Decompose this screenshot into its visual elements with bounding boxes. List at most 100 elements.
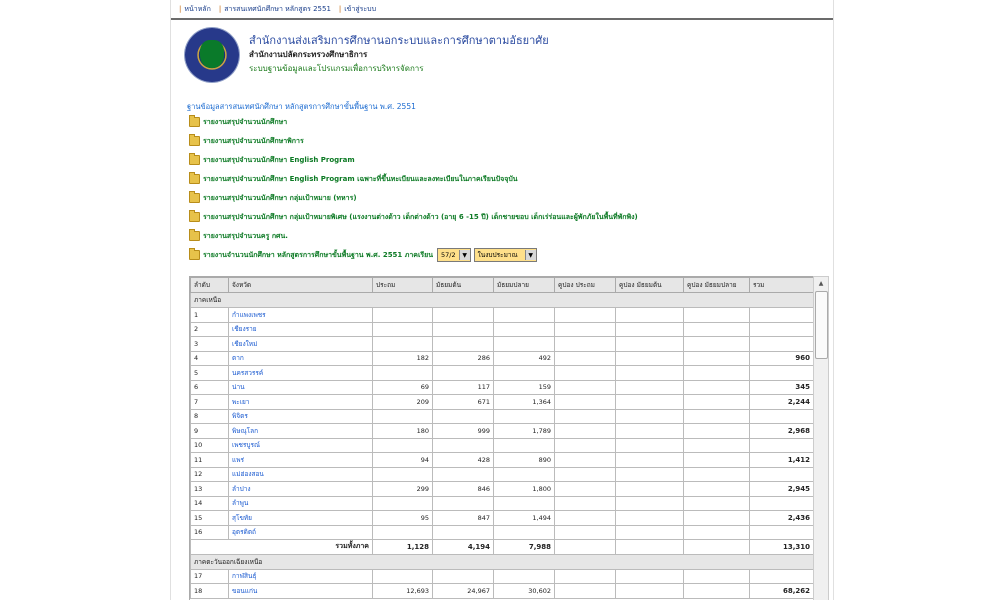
count-cell	[683, 365, 750, 381]
province-link[interactable]: แพร่	[228, 452, 373, 468]
report-link[interactable]: รายงานสรุปจำนวนนักศึกษา English Program	[189, 153, 355, 166]
count-cell	[554, 524, 616, 540]
province-link[interactable]: ตาก	[228, 350, 373, 366]
nav-separator: |	[338, 5, 342, 13]
table-row: 16 อุตรดิตถ์	[190, 524, 813, 540]
report-link[interactable]: รายงานสรุปจำนวนครู กศน.	[189, 229, 288, 242]
province-link[interactable]: กาฬสินธุ์	[228, 568, 373, 584]
organization-title: สำนักงานส่งเสริมการศึกษานอกระบบและการศึก…	[249, 34, 549, 47]
row-number: 10	[190, 437, 229, 453]
table-row: 7 พะเยา 209 671 1,364 2,244	[190, 394, 813, 410]
row-total	[749, 336, 813, 352]
nav-student-info-link[interactable]: สารสนเทศนักศึกษา หลักสูตร 2551	[224, 4, 331, 15]
row-total: 68,262	[749, 583, 813, 599]
column-header: คูปอง มัธยมปลาย	[683, 277, 750, 293]
report-link[interactable]: รายงานสรุปจำนวนนักศึกษา English Program …	[189, 172, 518, 185]
province-link[interactable]: ลำปาง	[228, 481, 373, 497]
subtotal-cell: 7,988	[493, 539, 555, 555]
province-link[interactable]: อุตรดิตถ์	[228, 524, 373, 540]
province-link[interactable]: พิษณุโลก	[228, 423, 373, 439]
table-scrollbar[interactable]: ▲	[813, 276, 829, 600]
count-cell	[683, 481, 750, 497]
report-link[interactable]: รายงานสรุปจำนวนนักศึกษา	[189, 115, 287, 128]
province-link[interactable]: ลำพูน	[228, 495, 373, 511]
subtotal-cell: 13,310	[749, 539, 813, 555]
student-count-table-container: ลำดับ จังหวัด ประถม มัธยมต้น มัธยมปลาย คูปอง …	[189, 276, 814, 600]
count-cell	[372, 307, 433, 323]
count-cell	[683, 423, 750, 439]
row-total	[749, 321, 813, 337]
province-link[interactable]: พะเยา	[228, 394, 373, 410]
province-link[interactable]: เพชรบูรณ์	[228, 437, 373, 453]
count-cell	[683, 394, 750, 410]
province-link[interactable]: แม่ฮ่องสอน	[228, 466, 373, 482]
count-cell	[615, 510, 684, 526]
count-cell: 95	[372, 510, 433, 526]
report-label: รายงานสรุปจำนวนครู กศน.	[203, 231, 288, 240]
row-number: 9	[190, 423, 229, 439]
count-cell	[554, 350, 616, 366]
province-link[interactable]: ขอนแก่น	[228, 583, 373, 599]
report-link[interactable]: รายงานสรุปจำนวนนักศึกษา กลุ่มเป้าหมายพิเ…	[189, 210, 638, 223]
table-row: 3 เชียงใหม่	[190, 336, 813, 352]
province-link[interactable]: สุโขทัย	[228, 510, 373, 526]
row-number: 2	[190, 321, 229, 337]
region-group-row: ภาคตะวันออกเฉียงเหนือ	[190, 553, 813, 570]
count-cell: 428	[432, 452, 494, 468]
row-number: 16	[190, 524, 229, 540]
row-total: 2,244	[749, 394, 813, 410]
nav-home-link[interactable]: หน้าหลัก	[184, 4, 210, 15]
chevron-down-icon: ▼	[524, 250, 536, 260]
province-link[interactable]: นครสวรรค์	[228, 365, 373, 381]
count-cell	[615, 365, 684, 381]
row-total: 2,436	[749, 510, 813, 526]
student-count-table: ลำดับ จังหวัด ประถม มัธยมต้น มัธยมปลาย คูปอง …	[190, 277, 813, 599]
count-cell: 890	[493, 452, 555, 468]
region-name: ภาคเหนือ	[190, 292, 813, 308]
count-cell	[372, 336, 433, 352]
row-total	[749, 495, 813, 511]
report-link[interactable]: รายงานสรุปจำนวนนักศึกษา กลุ่มเป้าหมาย (ท…	[189, 191, 357, 204]
report-label: รายงานสรุปจำนวนนักศึกษา English Program …	[203, 174, 518, 183]
term-select-value: 57/2	[441, 251, 456, 259]
count-cell	[493, 495, 555, 511]
count-cell	[615, 583, 684, 599]
row-total	[749, 307, 813, 323]
count-cell	[372, 495, 433, 511]
count-cell	[372, 321, 433, 337]
count-cell	[615, 336, 684, 352]
province-link[interactable]: พิจิตร	[228, 408, 373, 424]
scroll-up-icon[interactable]: ▲	[814, 277, 828, 289]
count-cell: 12,693	[372, 583, 433, 599]
table-row: 10 เพชรบูรณ์	[190, 437, 813, 453]
province-link[interactable]: เชียงราย	[228, 321, 373, 337]
report-filter-row: รายงานจำนวนนักศึกษา หลักสูตรการศึกษาขั้น…	[189, 248, 540, 262]
province-link[interactable]: น่าน	[228, 379, 373, 395]
count-cell	[493, 568, 555, 584]
table-row: 14 ลำพูน	[190, 495, 813, 511]
budget-select[interactable]: ในงบประมาณ ▼	[473, 248, 537, 262]
table-row: 12 แม่ฮ่องสอน	[190, 466, 813, 482]
table-row: 15 สุโขทัย 95 847 1,494 2,436	[190, 510, 813, 526]
column-header: มัธยมปลาย	[493, 277, 555, 293]
count-cell	[493, 365, 555, 381]
count-cell	[493, 336, 555, 352]
term-select[interactable]: 57/2 ▼	[437, 248, 471, 262]
row-number: 12	[190, 466, 229, 482]
count-cell	[683, 568, 750, 584]
table-row: 1 กำแพงเพชร	[190, 307, 813, 323]
nav-login-link[interactable]: เข้าสู่ระบบ	[344, 4, 376, 15]
province-link[interactable]: กำแพงเพชร	[228, 307, 373, 323]
count-cell: 299	[372, 481, 433, 497]
count-cell	[615, 481, 684, 497]
scrollbar-thumb[interactable]	[815, 291, 828, 359]
province-link[interactable]: เชียงใหม่	[228, 336, 373, 352]
nav-separator: |	[179, 5, 182, 13]
database-title-link[interactable]: ฐานข้อมูลสารสนเทศนักศึกษา หลักสูตรการศึก…	[187, 101, 416, 113]
row-total	[749, 466, 813, 482]
count-cell	[493, 307, 555, 323]
report-link[interactable]: รายงานสรุปจำนวนนักศึกษาพิการ	[189, 134, 304, 147]
count-cell	[493, 408, 555, 424]
subtotal-label: รวมทั้งภาค	[190, 539, 373, 555]
column-header: มัธยมต้น	[432, 277, 494, 293]
